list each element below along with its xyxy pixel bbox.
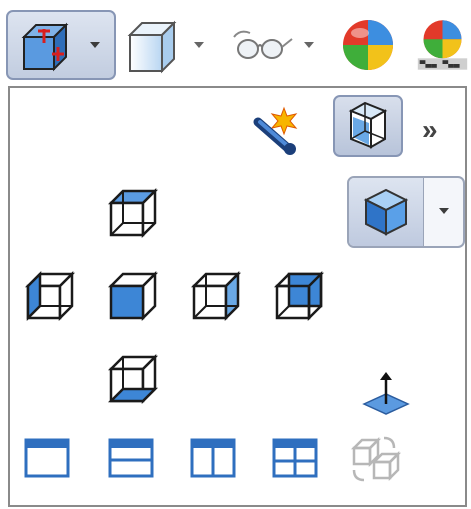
chevron-down-icon[interactable] (439, 208, 449, 214)
view-selector-button[interactable] (333, 95, 403, 157)
glasses-icon (233, 30, 293, 59)
chevron-double-right-icon[interactable]: » (422, 116, 452, 144)
link-views-icon (350, 436, 402, 482)
two-view-vertical-icon[interactable] (190, 438, 236, 478)
view-orientation-flyout: » (8, 86, 467, 507)
isometric-view-button[interactable] (349, 178, 424, 246)
apply-scene-button[interactable] (410, 10, 471, 80)
appearance-sphere-icon (343, 20, 393, 70)
left-view-icon[interactable] (20, 268, 80, 328)
chevron-down-icon[interactable] (304, 42, 314, 48)
isometric-view-split-button[interactable] (347, 176, 465, 248)
new-view-wand-icon[interactable] (252, 102, 308, 158)
heads-up-view-toolbar (0, 0, 471, 86)
four-viewport-icon[interactable] (272, 438, 318, 478)
single-viewport-icon[interactable] (24, 438, 70, 478)
bottom-view-icon[interactable] (103, 351, 163, 411)
front-view-icon[interactable] (103, 268, 163, 328)
top-view-icon[interactable] (103, 185, 163, 245)
view-orientation-icon (21, 22, 69, 72)
chevron-down-icon[interactable] (194, 42, 204, 48)
edit-appearance-button[interactable] (336, 10, 402, 80)
chevron-down-icon[interactable] (90, 42, 100, 48)
view-selector-cube-icon (348, 101, 388, 149)
display-style-button[interactable] (120, 10, 216, 80)
display-style-icon (127, 20, 177, 74)
normal-to-icon[interactable] (358, 370, 414, 418)
hide-show-items-button[interactable] (226, 10, 322, 80)
two-view-horizontal-icon[interactable] (108, 438, 154, 478)
view-orientation-button[interactable] (6, 10, 116, 80)
right-view-icon[interactable] (186, 268, 246, 328)
scene-icon (417, 20, 468, 70)
isometric-view-icon (363, 188, 409, 236)
back-view-icon[interactable] (269, 268, 329, 328)
